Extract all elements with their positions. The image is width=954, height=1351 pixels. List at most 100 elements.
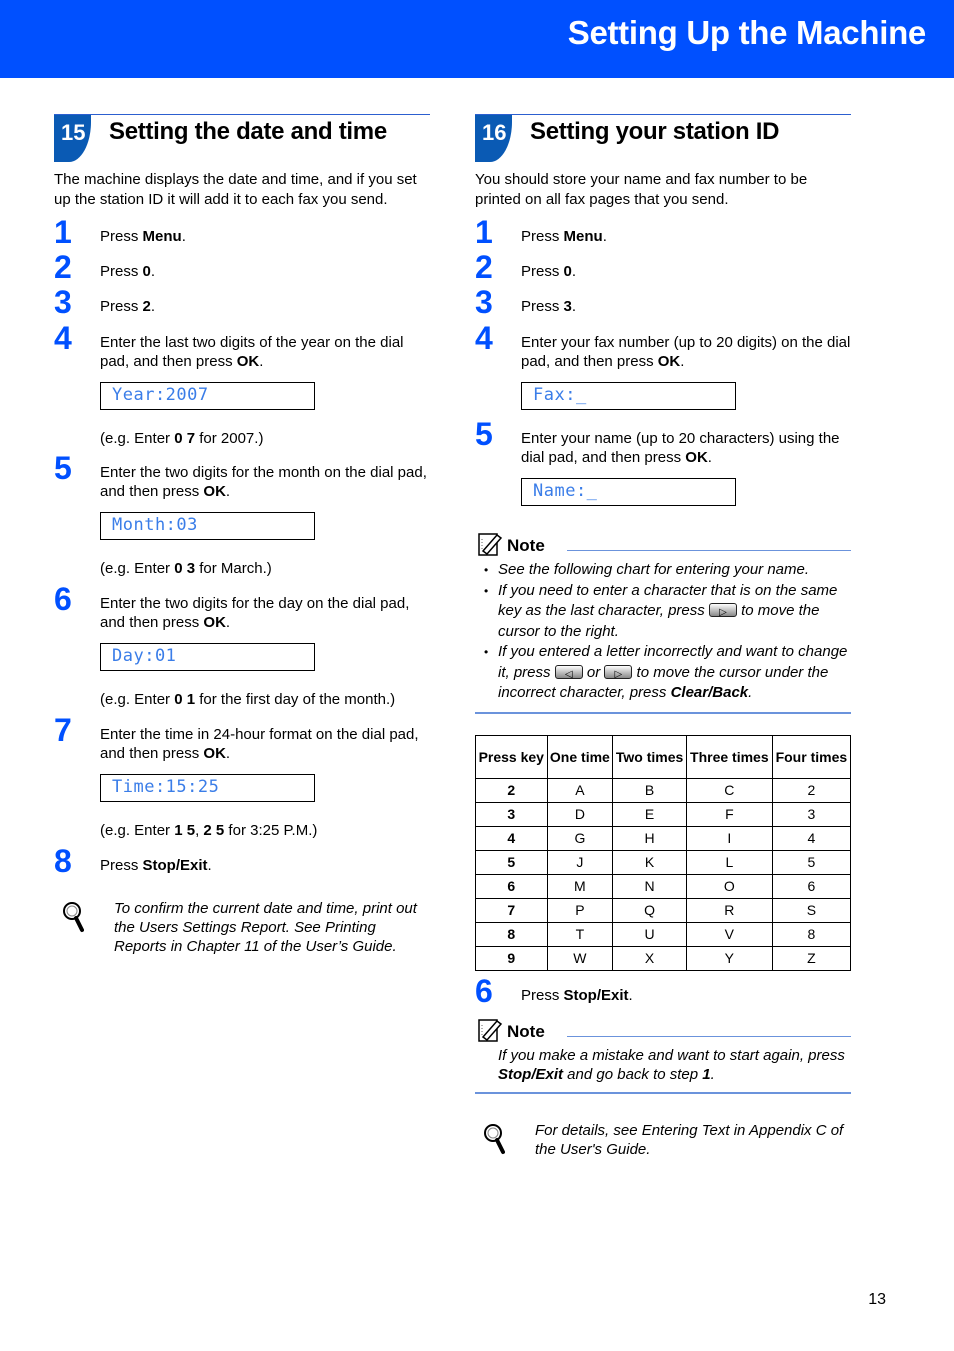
step: 3 Press 3.: [475, 286, 851, 318]
eg-pre: (e.g. Enter: [100, 560, 175, 577]
char-cell: W: [546, 945, 614, 971]
note-text: .: [748, 684, 753, 701]
char-cell: H: [612, 825, 687, 851]
note-body: If you make a mistake and want to start …: [475, 1046, 851, 1092]
punct: .: [225, 614, 231, 631]
arrow-glyph: ▷: [719, 607, 727, 618]
char-cell: K: [612, 849, 687, 875]
note-label: Note: [507, 536, 545, 555]
char-cell: V: [685, 921, 773, 947]
right-arrow-key-icon: ▷: [604, 664, 633, 680]
punct: .: [150, 298, 156, 315]
char-cell: G: [546, 825, 614, 851]
char-cell: 6: [771, 873, 852, 899]
char-cell: 2: [771, 777, 852, 803]
key-name: Clear/Back: [670, 684, 749, 701]
step-number: 3: [54, 284, 72, 320]
example-text: (e.g. Enter 0 3 for March.): [54, 559, 430, 578]
char-cell: B: [612, 777, 687, 803]
step: 2 Press 0.: [475, 249, 851, 285]
eg-pre: (e.g. Enter: [100, 430, 175, 447]
note-end-divider: [475, 711, 851, 714]
key-cell: 9: [475, 945, 548, 971]
eg-digits: 0 1: [174, 691, 196, 708]
punct: .: [207, 857, 212, 874]
note-header: Note: [475, 531, 851, 557]
table-row: 4GHI4: [475, 825, 852, 851]
table-row: 9WXYZ: [475, 945, 852, 971]
eg-post: for 2007.): [195, 430, 264, 447]
key-cell: 5: [475, 849, 548, 875]
char-cell: C: [685, 777, 773, 803]
step-text: Press: [100, 857, 143, 874]
char-cell: F: [685, 801, 773, 827]
lcd-display-fax: Fax:_: [521, 382, 736, 410]
table-row: 2ABC2: [475, 777, 852, 803]
eg-digits: 1 5: [174, 822, 196, 839]
char-cell: E: [612, 801, 687, 827]
punct: .: [680, 353, 685, 370]
char-cell: D: [546, 801, 614, 827]
table-header-row: Press key One time Two times Three times…: [475, 734, 852, 779]
step: 7 Enter the time in 24-hour format on th…: [54, 714, 430, 763]
key-name: Stop/Exit: [498, 1065, 564, 1083]
column-header: Two times: [612, 734, 687, 779]
step-text: Enter the time in 24-hour format on the …: [100, 726, 419, 762]
note-divider: [567, 1035, 851, 1037]
magnifier-icon: [63, 902, 84, 932]
note-pencil-icon: [478, 1018, 503, 1042]
step-number: 5: [475, 416, 493, 452]
char-cell: 3: [771, 801, 852, 827]
column-header: One time: [546, 734, 614, 779]
section-intro: The machine displays the date and time, …: [54, 171, 417, 208]
step-number: 4: [54, 320, 72, 356]
note-bullet: See the following chart for entering you…: [475, 560, 851, 581]
char-cell: 5: [771, 849, 852, 875]
char-cell: A: [546, 777, 614, 803]
key-cell: 4: [475, 825, 548, 851]
char-cell: S: [771, 897, 852, 923]
table-row: 7PQRS: [475, 897, 852, 923]
right-arrow-key-icon: ▷: [708, 603, 737, 618]
table-body: 2ABC23DEF34GHI45JKL56MNO67PQRS8TUV89WXYZ: [475, 777, 852, 971]
key-name: Menu: [563, 228, 603, 245]
step-text: Press: [521, 228, 564, 245]
step: 3 Press 2.: [54, 284, 430, 320]
note-body: See the following chart for entering you…: [475, 560, 851, 712]
magnifier-icon: [484, 1123, 505, 1154]
eg-digits: 2 5: [203, 822, 225, 839]
step-number: 1: [475, 214, 493, 250]
note-text: .: [710, 1065, 715, 1083]
char-cell: L: [685, 849, 773, 875]
eg-post: for the first day of the month.): [195, 691, 396, 708]
step-text: Press: [100, 263, 143, 280]
key-name: OK: [685, 449, 708, 466]
key-name: 2: [142, 298, 151, 315]
tip-text: For details, see Entering Text in Append…: [535, 1121, 844, 1158]
step-number: 6: [54, 581, 72, 617]
char-cell: Y: [685, 945, 773, 971]
key-name: 0: [142, 263, 151, 280]
note-pencil-icon: [478, 533, 503, 556]
key-cell: 3: [475, 801, 548, 827]
step-text: Enter your fax number (up to 20 digits) …: [521, 334, 851, 370]
key-cell: 6: [475, 873, 548, 899]
char-cell: 8: [771, 921, 852, 947]
step-number: 2: [475, 249, 493, 285]
char-cell: 4: [771, 825, 852, 851]
section-number-badge: 15: [54, 115, 91, 162]
lcd-display-time: Time:15:25: [100, 774, 315, 802]
note-label: Note: [507, 1021, 545, 1041]
key-name: OK: [203, 614, 226, 631]
key-name: Stop/Exit: [563, 986, 629, 1004]
note-box: Note If you make a mistake and want to s…: [475, 1017, 851, 1094]
punct: .: [225, 745, 231, 762]
note-bullet: If you entered a letter incorrectly and …: [475, 642, 851, 704]
eg-pre: (e.g. Enter: [100, 822, 175, 839]
key-name: 0: [563, 263, 572, 280]
eg-pre: (e.g. Enter: [100, 691, 175, 708]
step-text: Press: [521, 986, 564, 1004]
key-cell: 8: [475, 921, 548, 947]
key-name: OK: [657, 353, 681, 370]
step-text: Enter the two digits for the month on th…: [100, 464, 427, 500]
